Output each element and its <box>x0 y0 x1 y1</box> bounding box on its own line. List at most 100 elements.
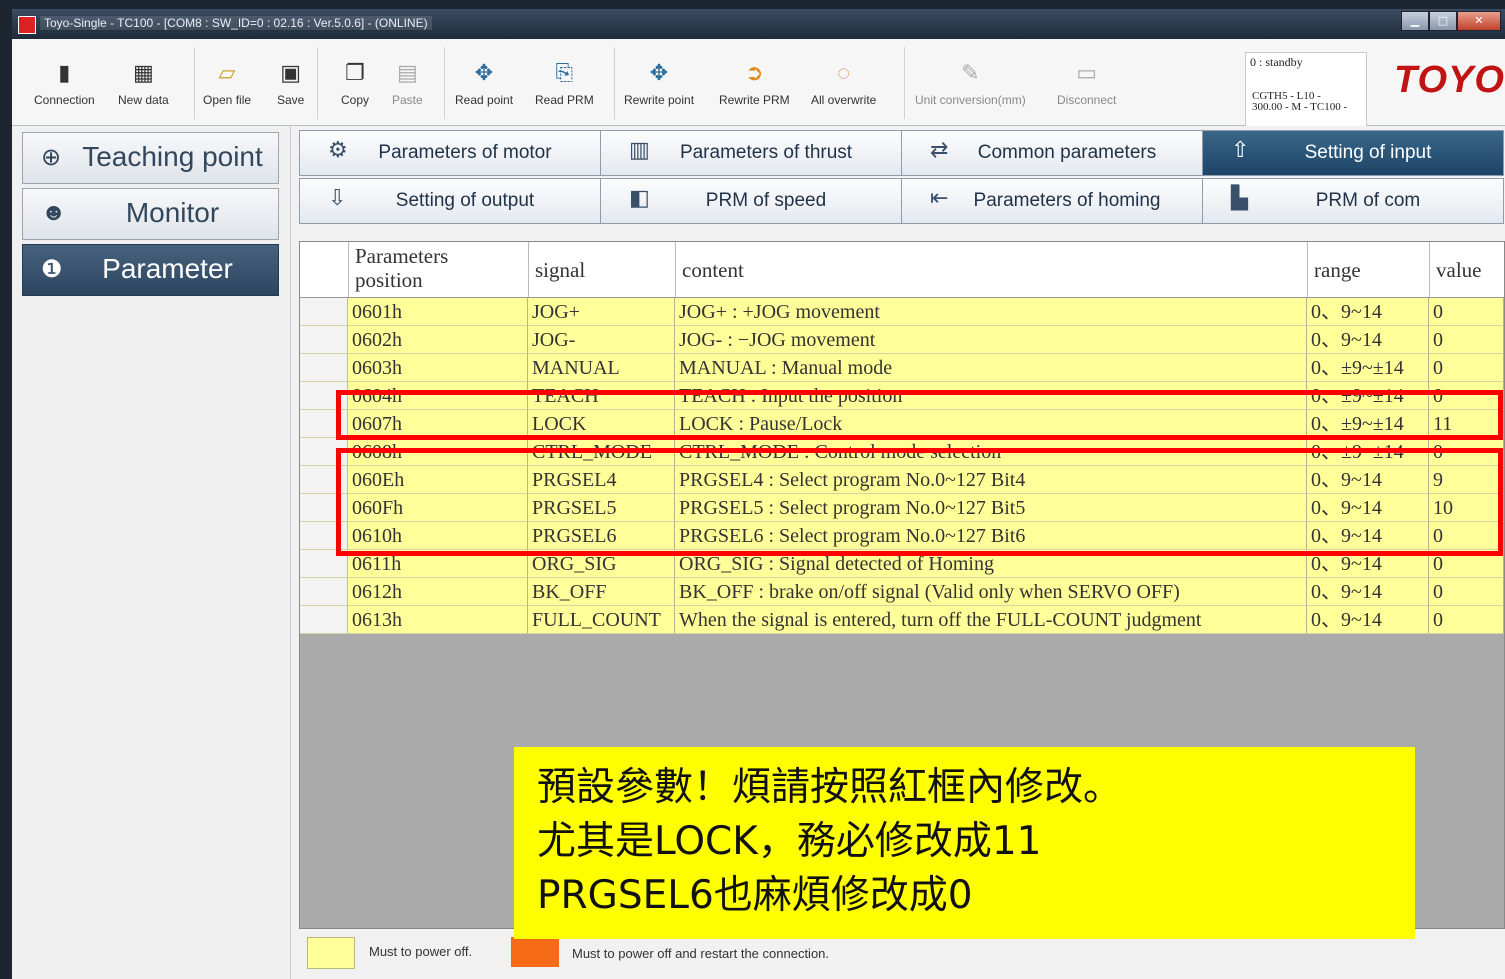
legend-orange-swatch <box>511 937 559 967</box>
tab-parameters-of-motor[interactable]: ⚙ Parameters of motor <box>299 130 601 176</box>
annotation-note: 預設參數！煩請按照紅框內修改。 尤其是LOCK，務必修改成11 PRGSEL6也… <box>514 747 1415 939</box>
tab-label: PRM of speed <box>705 190 827 211</box>
row-header-cell <box>300 606 348 634</box>
connection-icon: ▮ <box>58 60 71 85</box>
app-icon <box>18 16 36 34</box>
signal-cell: MANUAL <box>528 354 675 382</box>
save-button[interactable]: ▣ Save <box>277 59 304 107</box>
disconnect-icon: ▭ <box>1076 60 1098 85</box>
position-cell: 0603h <box>348 354 528 382</box>
range-cell: 0、9~14 <box>1307 606 1429 634</box>
read-point-button[interactable]: ✥ Read point <box>455 59 513 107</box>
all-overwrite-icon: ◌ <box>837 60 851 85</box>
tab-parameters-of-thrust[interactable]: ▥ Parameters of thrust <box>600 130 902 176</box>
toolbar-divider <box>904 47 905 119</box>
title-bar: Toyo-Single - TC100 - [COM8 : SW_ID=0 : … <box>12 9 1505 39</box>
close-button[interactable]: ✕ <box>1457 11 1501 31</box>
legend-yellow-label: Must to power off. <box>369 944 473 959</box>
tab-setting-of-output[interactable]: ⇩ Setting of output <box>299 178 601 224</box>
toolbar-divider <box>317 47 318 119</box>
open-file-button[interactable]: ▱ Open file <box>203 59 251 107</box>
row-header-cell <box>300 354 348 382</box>
header-position-line2: position <box>355 268 423 292</box>
table-row[interactable]: 0613h FULL_COUNT When the signal is entere… <box>300 606 1504 634</box>
table-row[interactable]: 0601h JOG+ JOG+ : +JOG movement 0、9~14 0 <box>300 298 1504 326</box>
rewrite-prm-button[interactable]: ➲ Rewrite PRM <box>719 59 790 107</box>
position-cell: 0602h <box>348 326 528 354</box>
tab-label: Parameters of thrust <box>679 142 853 163</box>
sidebar-item-parameter[interactable]: ❶ Parameter <box>22 244 279 296</box>
value-cell[interactable]: 0 <box>1429 354 1504 382</box>
row-header-cell <box>300 578 348 606</box>
window-title: Toyo-Single - TC100 - [COM8 : SW_ID=0 : … <box>40 16 432 30</box>
rewrite-point-button[interactable]: ✥ Rewrite point <box>624 59 694 107</box>
range-cell: 0、9~14 <box>1307 298 1429 326</box>
disconnect-label: Disconnect <box>1057 93 1117 107</box>
paste-button[interactable]: ▤ Paste <box>392 59 423 107</box>
copy-button[interactable]: ❐ Copy <box>341 59 369 107</box>
header-position-line1: Parameters <box>355 244 449 268</box>
sidebar-item-teaching-point[interactable]: ⊕ Teaching point <box>22 132 279 184</box>
note-line-3: PRGSEL6也麻煩修改成0 <box>537 873 973 918</box>
table-header: Parameters position signal content range … <box>300 242 1504 298</box>
unit-conversion-button[interactable]: ✎ Unit conversion(mm) <box>915 59 1026 107</box>
header-range: range <box>1307 242 1429 297</box>
connection-button[interactable]: ▮ Connection <box>34 59 95 107</box>
legend-yellow-swatch <box>307 937 355 969</box>
all-overwrite-label: All overwrite <box>811 93 877 107</box>
highlight-box-lock <box>336 390 1503 440</box>
tab-label: Setting of output <box>395 190 535 211</box>
table-row[interactable]: 0612h BK_OFF BK_OFF : brake on/off signal … <box>300 578 1504 606</box>
position-cell: 0613h <box>348 606 528 634</box>
disconnect-button[interactable]: ▭ Disconnect <box>1057 59 1116 107</box>
connection-label: Connection <box>34 93 95 107</box>
tab-setting-of-input[interactable]: ⇧ Setting of input <box>1202 130 1504 176</box>
tab-prm-of-com[interactable]: ▙ PRM of com <box>1202 178 1504 224</box>
tab-parameters-of-homing[interactable]: ⇤ Parameters of homing <box>901 178 1203 224</box>
row-header-cell <box>300 298 348 326</box>
signal-cell: JOG+ <box>528 298 675 326</box>
pen-icon: ✎ <box>961 60 980 85</box>
value-cell[interactable]: 0 <box>1429 606 1504 634</box>
tab-prm-of-speed[interactable]: ◧ PRM of speed <box>600 178 902 224</box>
tab-common-parameters[interactable]: ⇄ Common parameters <box>901 130 1203 176</box>
value-cell[interactable]: 0 <box>1429 578 1504 606</box>
sidebar-item-label: Parameter <box>102 253 233 284</box>
rewrite-point-label: Rewrite point <box>624 93 695 107</box>
tab-label: PRM of com <box>1315 190 1421 211</box>
signal-cell: JOG- <box>528 326 675 354</box>
new-data-icon: ▦ <box>132 60 154 85</box>
signal-cell: FULL_COUNT <box>528 606 675 634</box>
maximize-button[interactable]: □ <box>1429 11 1457 31</box>
toolbar-divider <box>444 47 445 119</box>
new-data-button[interactable]: ▦ New data <box>118 59 169 107</box>
header-content: content <box>675 242 1307 297</box>
value-cell[interactable]: 0 <box>1429 298 1504 326</box>
rewrite-prm-label: Rewrite PRM <box>719 93 790 107</box>
tab-label: Setting of input <box>1304 142 1432 163</box>
header-signal-label: signal <box>535 258 586 282</box>
tab-label: Parameters of motor <box>378 142 552 163</box>
paste-label: Paste <box>392 93 423 107</box>
new-data-label: New data <box>118 93 169 107</box>
sidebar-item-monitor[interactable]: ☻ Monitor <box>22 188 279 240</box>
window-controls: ▁ □ ✕ <box>1401 11 1501 31</box>
tab-label: Common parameters <box>977 142 1157 163</box>
content-cell: BK_OFF : brake on/off signal (Valid only… <box>675 578 1307 606</box>
content-cell: JOG- : −JOG movement <box>675 326 1307 354</box>
toolbar: ▮ Connection ▦ New data ▱ Open file ▣ Save ❐… <box>12 39 1505 128</box>
position-cell: 0601h <box>348 298 528 326</box>
rewrite-prm-icon: ➲ <box>745 60 764 85</box>
header-content-label: content <box>682 258 744 282</box>
toolbar-divider <box>614 47 615 119</box>
table-row[interactable]: 0602h JOG- JOG- : −JOG movement 0、9~14 0 <box>300 326 1504 354</box>
minimize-button[interactable]: ▁ <box>1401 11 1429 31</box>
read-prm-button[interactable]: ⎘ Read PRM <box>535 59 594 107</box>
table-row[interactable]: 0603h MANUAL MANUAL : Manual mode 0、±9~±14 0 <box>300 354 1504 382</box>
read-point-label: Read point <box>455 93 514 107</box>
all-overwrite-button[interactable]: ◌ All overwrite <box>811 59 876 107</box>
read-point-icon: ✥ <box>474 60 494 85</box>
value-cell[interactable]: 0 <box>1429 326 1504 354</box>
header-value-label: value <box>1436 258 1482 282</box>
save-icon: ▣ <box>280 60 302 85</box>
